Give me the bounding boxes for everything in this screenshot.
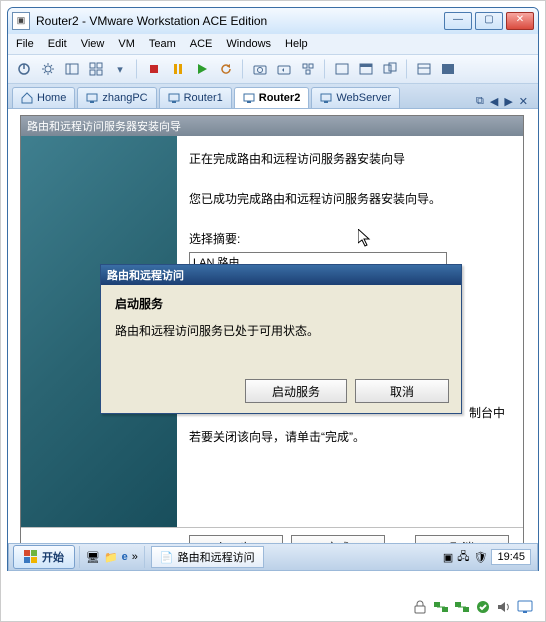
dropdown-icon[interactable]: ▾ <box>109 58 131 80</box>
dialog-cancel-button[interactable]: 取消 <box>355 379 449 403</box>
menu-vm[interactable]: VM <box>118 38 135 50</box>
tray-network-icon[interactable]: 🖧 <box>457 548 469 567</box>
host-net1-icon[interactable] <box>433 599 449 615</box>
titlebar: ▣ Router2 - VMware Workstation ACE Editi… <box>8 8 538 34</box>
menu-team[interactable]: Team <box>149 38 176 50</box>
minimize-button[interactable]: — <box>444 12 472 30</box>
ql-ie-icon[interactable]: e <box>122 551 128 563</box>
toolbar: ▾ <box>8 55 538 84</box>
system-tray: ▣ 🖧 🛡 19:45 <box>437 548 537 567</box>
taskbar-app-label: 路由和远程访问 <box>178 549 255 565</box>
settings-icon[interactable] <box>37 58 59 80</box>
menu-windows[interactable]: Windows <box>226 38 271 50</box>
tab-zhangpc[interactable]: zhangPC <box>77 87 156 108</box>
taskbar-app-rras[interactable]: 📄 路由和远程访问 <box>151 546 264 568</box>
tab-label: Router1 <box>184 92 223 104</box>
tabstrip-prev-icon[interactable]: ◀ <box>488 95 500 108</box>
stop-icon[interactable] <box>143 58 165 80</box>
host-display-icon[interactable] <box>517 599 533 615</box>
tab-home[interactable]: Home <box>12 87 75 108</box>
tabstrip-next-icon[interactable]: ▶ <box>502 95 514 108</box>
menu-help[interactable]: Help <box>285 38 308 50</box>
tab-label: zhangPC <box>102 92 147 104</box>
pause-icon[interactable] <box>167 58 189 80</box>
ql-explorer-icon[interactable]: 📁 <box>104 551 118 564</box>
wizard-text-success: 您已成功完成路由和远程访问服务器安装向导。 <box>189 190 505 208</box>
dialog-heading: 启动服务 <box>115 295 447 312</box>
revert-icon[interactable] <box>273 58 295 80</box>
tab-label: Router2 <box>259 92 301 104</box>
host-lock-icon[interactable] <box>412 599 428 615</box>
play-icon[interactable] <box>191 58 213 80</box>
quick-switch-icon[interactable] <box>355 58 377 80</box>
close-button[interactable]: ✕ <box>506 12 534 30</box>
console-view-icon[interactable] <box>437 58 459 80</box>
dialog-body-text: 路由和远程访问服务已处于可用状态。 <box>115 322 447 339</box>
window-title: Router2 - VMware Workstation ACE Edition <box>36 14 444 28</box>
tab-router2[interactable]: Router2 <box>234 87 310 108</box>
host-net2-icon[interactable] <box>454 599 470 615</box>
tab-webserver[interactable]: WebServer <box>311 87 400 108</box>
host-volume-icon[interactable] <box>496 599 512 615</box>
menubar: File Edit View VM Team ACE Windows Help <box>8 34 538 55</box>
menu-view[interactable]: View <box>81 38 105 50</box>
reset-icon[interactable] <box>215 58 237 80</box>
dialog-start-button[interactable]: 启动服务 <box>245 379 347 403</box>
wizard-summary-label: 选择摘要: <box>189 230 505 248</box>
host-tray <box>7 597 539 617</box>
host-safely-remove-icon[interactable] <box>475 599 491 615</box>
tabstrip: Home zhangPC Router1 Router2 WebServer ⧉… <box>8 84 538 108</box>
menu-file[interactable]: File <box>16 38 34 50</box>
unity-icon[interactable] <box>379 58 401 80</box>
start-label: 开始 <box>42 549 64 565</box>
tray-security-icon[interactable]: 🛡 <box>474 551 488 564</box>
tray-clock[interactable]: 19:45 <box>491 549 531 565</box>
tab-label: WebServer <box>336 92 391 104</box>
fullscreen-icon[interactable] <box>331 58 353 80</box>
service-dialog: 路由和远程访问 启动服务 路由和远程访问服务已处于可用状态。 启动服务 取消 <box>100 264 462 414</box>
dialog-title: 路由和远程访问 <box>101 265 461 285</box>
quick-launch: 🖥 📁 e » <box>79 546 145 568</box>
tabstrip-clone-icon[interactable]: ⧉ <box>474 95 486 108</box>
maximize-button[interactable]: ▢ <box>475 12 503 30</box>
wizard-heading: 正在完成路由和远程访问服务器安装向导 <box>189 150 505 168</box>
snapshot-icon[interactable] <box>249 58 271 80</box>
ql-expand-icon[interactable]: » <box>132 551 138 563</box>
thumbnails-icon[interactable] <box>85 58 107 80</box>
start-button[interactable]: 开始 <box>13 545 75 569</box>
app-icon: ▣ <box>12 12 30 30</box>
tabstrip-close-icon[interactable]: ✕ <box>517 95 530 108</box>
tray-vmtools-icon[interactable]: ▣ <box>443 551 453 564</box>
menu-edit[interactable]: Edit <box>48 38 67 50</box>
tab-router1[interactable]: Router1 <box>159 87 232 108</box>
sidebar-icon[interactable] <box>61 58 83 80</box>
wizard-close-hint: 若要关闭该向导，请单击“完成”。 <box>189 428 505 446</box>
guest-taskbar: 开始 🖥 📁 e » 📄 路由和远程访问 ▣ 🖧 🛡 19:45 <box>8 543 538 571</box>
tab-home-label: Home <box>37 92 66 104</box>
power-off-icon[interactable] <box>13 58 35 80</box>
summary-view-icon[interactable] <box>413 58 435 80</box>
rras-icon: 📄 <box>160 551 174 564</box>
manage-snapshot-icon[interactable] <box>297 58 319 80</box>
menu-ace[interactable]: ACE <box>190 38 213 50</box>
ql-desktop-icon[interactable]: 🖥 <box>86 551 100 564</box>
vmware-window: ▣ Router2 - VMware Workstation ACE Editi… <box>7 7 539 571</box>
wizard-title: 路由和远程访问服务器安装向导 <box>21 116 523 136</box>
